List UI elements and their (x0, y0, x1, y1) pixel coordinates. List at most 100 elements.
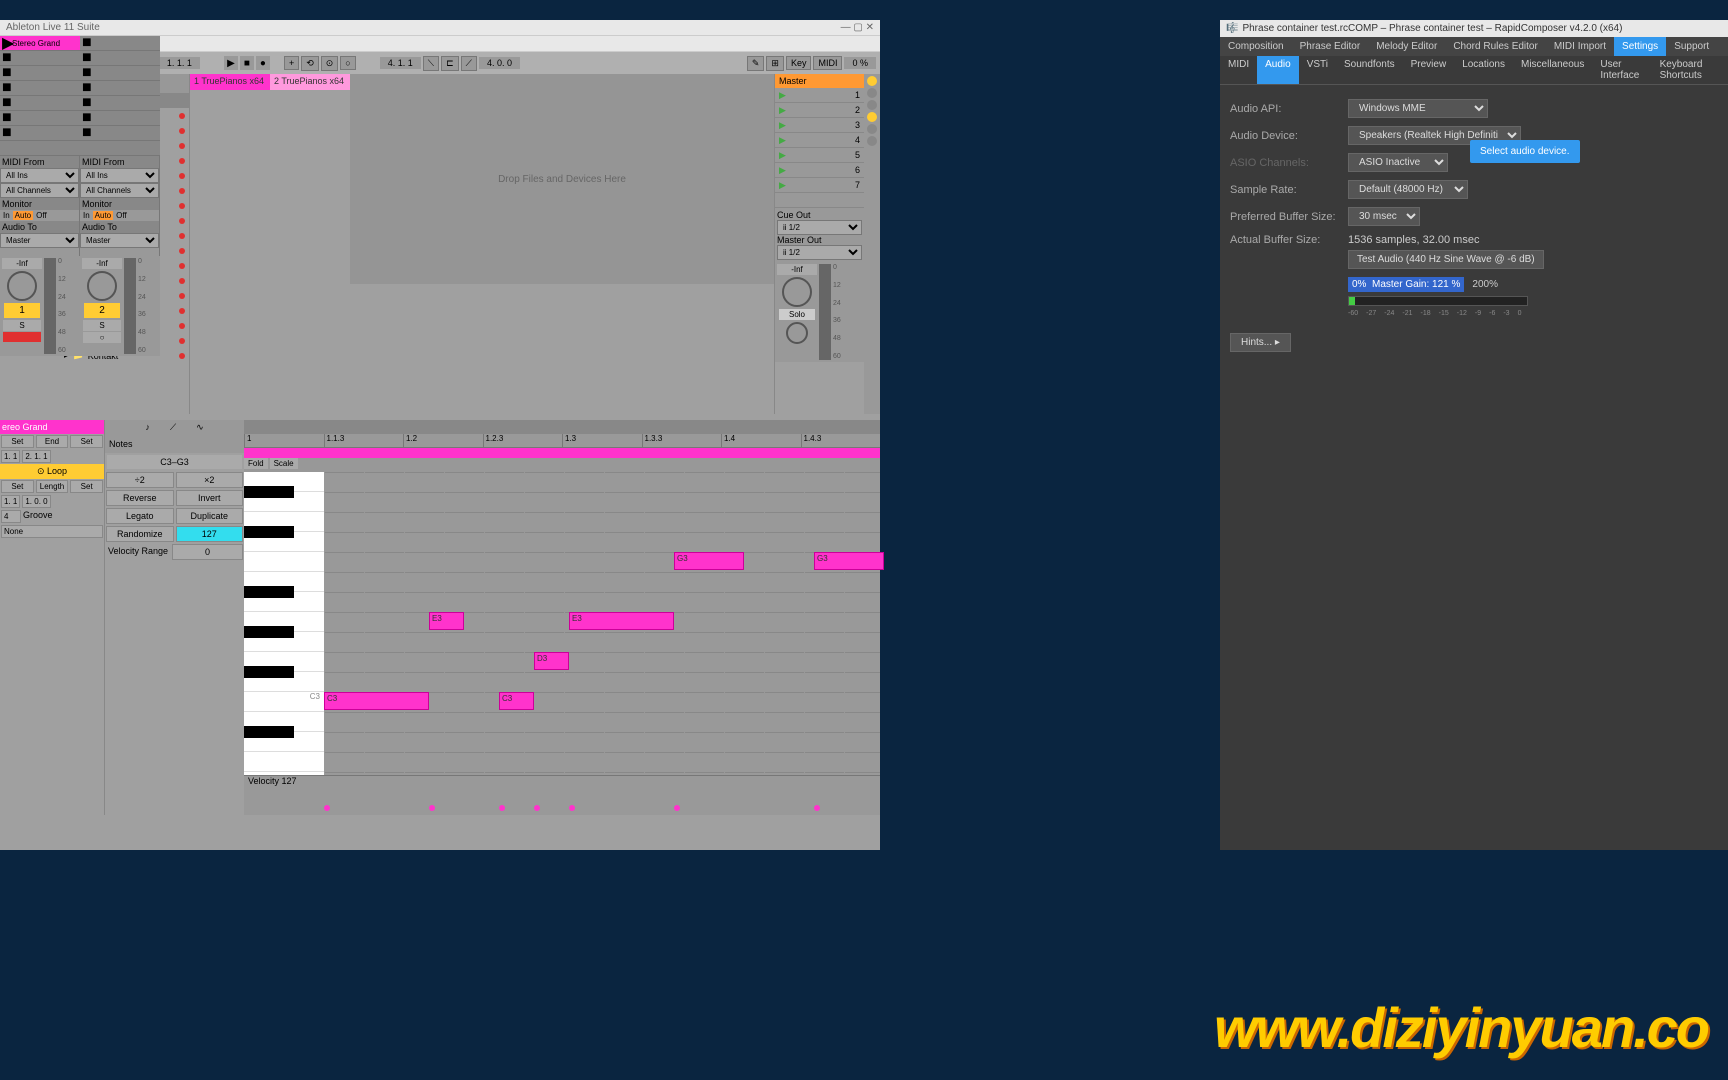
solo-button[interactable]: S (83, 320, 121, 331)
midi-note[interactable]: E3 (569, 612, 674, 630)
audio-out-select[interactable]: Master (80, 233, 159, 248)
clip-slot[interactable]: ■ (0, 126, 80, 141)
arm-button[interactable]: ○ (83, 332, 121, 343)
scene-row[interactable]: ▶2 (775, 103, 864, 118)
clip-slot[interactable]: ■ (80, 36, 160, 51)
clip-slot[interactable]: ▶Stereo Grand (0, 36, 80, 51)
envelope-icon[interactable]: ⟋ (170, 422, 176, 433)
clip-slot[interactable]: ■ (0, 66, 80, 81)
clip-slot[interactable]: ■ (0, 51, 80, 66)
legato-button[interactable]: Legato (106, 508, 174, 524)
monitor-in[interactable]: In (1, 211, 12, 220)
monitor-off[interactable]: Off (114, 211, 129, 220)
vol-readout[interactable]: -Inf (82, 258, 122, 269)
track-header-1[interactable]: 1 TruePianos x64 (190, 74, 270, 90)
clip-slot[interactable]: ■ (80, 126, 160, 141)
note-grid[interactable]: C3E3C3D3E3G3G3 (324, 472, 880, 775)
settings-subtab[interactable]: VSTi (1299, 56, 1336, 84)
midi-ch-select[interactable]: All Channels (80, 183, 159, 198)
groove-amount[interactable]: 4 (1, 510, 21, 523)
window-controls[interactable]: — ▢ ✕ (841, 22, 874, 33)
master-out-select[interactable]: ii 1/2 (777, 245, 862, 260)
start-pos[interactable]: 1. 1 (1, 450, 20, 463)
overdub-button[interactable]: + (284, 56, 299, 70)
velocity-range-value[interactable]: 0 (172, 544, 243, 560)
settings-subtab[interactable]: Miscellaneous (1513, 56, 1592, 84)
double-button[interactable]: ×2 (176, 472, 244, 488)
monitor-off[interactable]: Off (34, 211, 49, 220)
clip-slot[interactable]: ■ (0, 96, 80, 111)
solo-cue-button[interactable]: Solo (779, 309, 815, 320)
record-button[interactable]: ● (256, 56, 270, 70)
groove-select[interactable]: None (1, 525, 103, 538)
settings-subtab[interactable]: Audio (1257, 56, 1299, 84)
halve-button[interactable]: ÷2 (106, 472, 174, 488)
indicator-dot[interactable] (867, 76, 877, 86)
scene-row[interactable]: ▶5 (775, 148, 864, 163)
hints-button[interactable]: Hints... ▸ (1230, 333, 1291, 352)
clip-slot[interactable]: ■ (0, 81, 80, 96)
loop-button[interactable]: ○ (340, 56, 355, 70)
set-button[interactable]: Set (1, 480, 34, 493)
clip-name-field[interactable]: ereo Grand (0, 420, 104, 434)
scene-row[interactable]: ▶6 (775, 163, 864, 178)
settings-subtab[interactable]: Keyboard Shortcuts (1652, 56, 1728, 84)
scene-row[interactable]: ▶7 (775, 178, 864, 193)
audio-api-select[interactable]: Windows MME (1348, 99, 1488, 118)
monitor-auto[interactable]: Auto (13, 211, 33, 220)
monitor-auto[interactable]: Auto (93, 211, 113, 220)
midi-note[interactable]: E3 (429, 612, 464, 630)
capture-button[interactable]: ⊙ (321, 56, 339, 71)
settings-subtab[interactable]: MIDI (1220, 56, 1257, 84)
midi-ch-select[interactable]: All Channels (0, 183, 79, 198)
midi-note[interactable]: C3 (324, 692, 429, 710)
clip-slot[interactable]: ■ (80, 51, 160, 66)
settings-subtab[interactable]: Soundfonts (1336, 56, 1403, 84)
drop-area[interactable]: Drop Files and Devices Here (350, 74, 774, 284)
indicator-dot[interactable] (867, 136, 877, 146)
main-tab[interactable]: Chord Rules Editor (1445, 37, 1545, 56)
pan-knob[interactable] (87, 271, 117, 301)
main-tab[interactable]: Settings (1614, 37, 1666, 56)
indicator-dot[interactable] (867, 100, 877, 110)
pan-knob[interactable] (7, 271, 37, 301)
punch-in[interactable]: ⟍ (423, 56, 439, 71)
master-header[interactable]: Master (775, 74, 864, 88)
position[interactable]: 1. 1. 1 (159, 57, 200, 69)
clip-slot[interactable]: ■ (80, 66, 160, 81)
cue-knob[interactable] (786, 322, 808, 344)
main-tab[interactable]: Support (1666, 37, 1717, 56)
midi-note[interactable]: D3 (534, 652, 569, 670)
time-ruler[interactable]: 11.1.31.21.2.31.31.3.31.41.4.3 (244, 434, 880, 448)
track-activator[interactable]: 1 (4, 303, 40, 318)
buffer-select[interactable]: 30 msec (1348, 207, 1420, 226)
clip-slot[interactable]: ■ (0, 111, 80, 126)
vol-readout[interactable]: -Inf (2, 258, 42, 269)
sample-rate-select[interactable]: Default (48000 Hz) (1348, 180, 1468, 199)
clip-slot[interactable]: ■ (80, 111, 160, 126)
set-button[interactable]: Set (70, 480, 103, 493)
audio-out-select[interactable]: Master (0, 233, 79, 248)
master-gain-slider[interactable]: 0% Master Gain: 121 % (1348, 277, 1464, 292)
vol-readout[interactable]: -Inf (777, 264, 817, 275)
loop-toggle[interactable]: ⊙ Loop (0, 464, 104, 479)
pan-knob[interactable] (782, 277, 812, 307)
set-button[interactable]: Set (70, 435, 103, 448)
solo-button[interactable]: S (3, 320, 41, 331)
key-map[interactable]: Key (786, 56, 812, 70)
note-range[interactable]: C3–G3 (107, 455, 242, 469)
midi-in-select[interactable]: All Ins (80, 168, 159, 183)
duplicate-button[interactable]: Duplicate (176, 508, 244, 524)
computer-midi[interactable]: ⊞ (766, 56, 784, 71)
main-tab[interactable]: Phrase Editor (1292, 37, 1369, 56)
play-button[interactable]: ▶ (224, 56, 238, 70)
midi-note[interactable]: G3 (674, 552, 744, 570)
arm-button[interactable] (3, 332, 41, 342)
expression-icon[interactable]: ∿ (196, 422, 204, 433)
automation-button[interactable]: ⟲ (301, 56, 319, 71)
track-header-2[interactable]: 2 TruePianos x64 (270, 74, 350, 90)
piano-keyboard[interactable]: C3 (244, 472, 324, 775)
indicator-dot[interactable] (867, 112, 877, 122)
loop-len[interactable]: 4. 0. 0 (479, 57, 520, 69)
main-tab[interactable]: Melody Editor (1368, 37, 1445, 56)
